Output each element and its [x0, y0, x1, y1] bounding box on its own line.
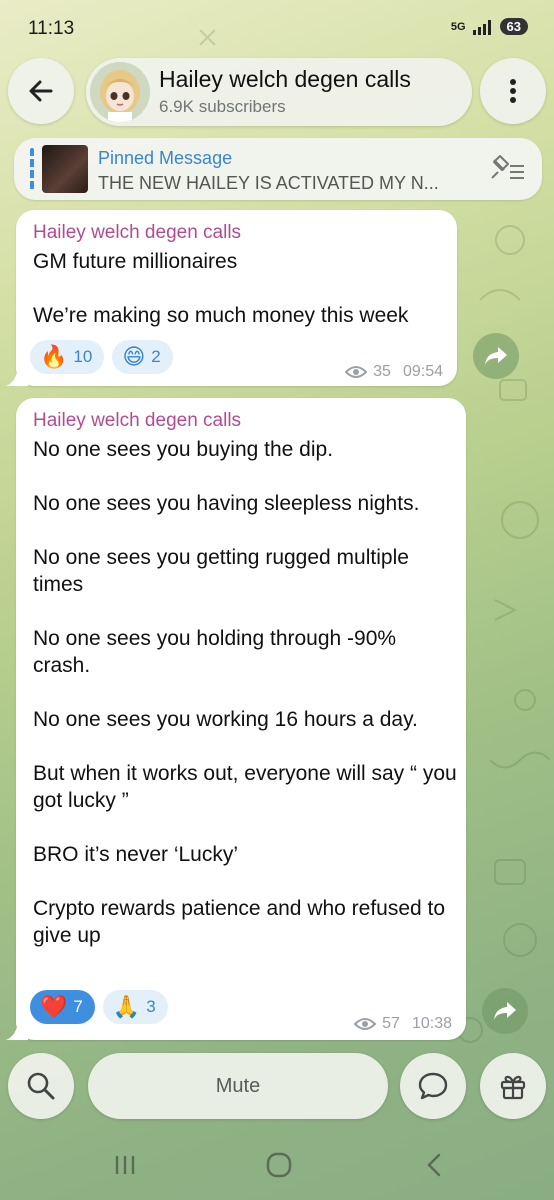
eye-icon	[345, 366, 368, 378]
reaction-heart[interactable]: ❤️ 7	[30, 990, 95, 1024]
message-meta: 57 10:38	[354, 1015, 452, 1033]
signal-icon	[472, 19, 491, 35]
arrow-left-icon	[29, 80, 53, 102]
bubble-tail	[6, 368, 28, 386]
status-time: 11:13	[28, 18, 75, 39]
system-nav-bar	[0, 1140, 554, 1190]
recents-button[interactable]	[105, 1150, 145, 1180]
pray-emoji: 🙏	[112, 994, 141, 1019]
message-time: 09:54	[402, 363, 443, 380]
reaction-grin[interactable]: 😄 2	[112, 340, 173, 374]
message-author[interactable]: Hailey welch degen calls	[33, 410, 241, 432]
eye-icon	[354, 1018, 377, 1030]
status-bar: 11:13 5G 63	[0, 0, 554, 58]
message-text: No one sees you buying the dip. No one s…	[33, 438, 457, 947]
reaction-count: 3	[146, 997, 156, 1016]
network-label: 5G	[450, 20, 466, 33]
menu-button[interactable]	[480, 58, 546, 124]
chat-bubble-icon	[418, 1072, 448, 1100]
status-icons: 5G 63	[451, 18, 528, 35]
channel-title: Hailey welch degen calls	[159, 66, 411, 92]
view-count: 35	[373, 363, 391, 380]
mute-button[interactable]: Mute	[88, 1053, 388, 1119]
forward-button[interactable]	[482, 988, 528, 1034]
recents-icon	[115, 1156, 135, 1174]
heart-emoji: ❤️	[40, 994, 68, 1019]
reaction-count: 10	[73, 347, 93, 366]
search-icon	[27, 1072, 55, 1100]
forward-arrow-icon	[485, 347, 507, 365]
gift-button[interactable]	[480, 1053, 546, 1119]
pinned-message-bar[interactable]: Pinned Message THE NEW HAILEY IS ACTIVAT…	[14, 138, 542, 200]
subscriber-count: 6.9K subscribers	[159, 97, 286, 116]
message-bubble[interactable]: Hailey welch degen calls GM future milli…	[6, 210, 457, 386]
reactions-row: ❤️ 7 🙏 3	[30, 990, 168, 1024]
message-bubble[interactable]: Hailey welch degen calls No one sees you…	[6, 398, 466, 1040]
message-meta: 35 09:54	[345, 363, 443, 381]
home-button[interactable]	[259, 1150, 299, 1180]
gift-icon	[500, 1075, 526, 1100]
pinned-thumbnail	[42, 145, 88, 193]
pinned-text: THE NEW HAILEY IS ACTIVATED MY N...	[98, 173, 439, 193]
channel-avatar[interactable]	[90, 62, 150, 122]
back-nav-button[interactable]	[414, 1150, 454, 1180]
grin-emoji: 😄	[122, 344, 146, 369]
forward-button[interactable]	[473, 333, 519, 379]
fire-emoji: 🔥	[40, 344, 68, 369]
search-button[interactable]	[8, 1053, 74, 1119]
reaction-count: 2	[151, 347, 161, 366]
channel-header[interactable]: Hailey welch degen calls 6.9K subscriber…	[86, 58, 472, 126]
message-time: 10:38	[411, 1015, 452, 1032]
bubble-tail	[6, 1022, 28, 1040]
back-button[interactable]	[8, 58, 74, 124]
message-text: GM future millionaires We’re making so m…	[33, 250, 409, 327]
reaction-pray[interactable]: 🙏 3	[102, 990, 168, 1024]
reactions-row: 🔥 10 😄 2	[30, 340, 173, 374]
pinned-label: Pinned Message	[98, 148, 233, 168]
message-author[interactable]: Hailey welch degen calls	[33, 222, 241, 244]
comments-button[interactable]	[400, 1053, 466, 1119]
chevron-left-icon	[427, 1153, 441, 1177]
battery-badge: 63	[499, 18, 528, 35]
kebab-menu-icon	[510, 79, 516, 103]
forward-arrow-icon	[494, 1002, 516, 1020]
bottom-bar: Mute	[0, 1053, 554, 1119]
home-icon	[266, 1152, 292, 1178]
view-count: 57	[382, 1015, 400, 1032]
pin-list-icon[interactable]	[488, 152, 528, 186]
pinned-indicator	[30, 148, 34, 190]
reaction-count: 7	[73, 997, 83, 1016]
reaction-fire[interactable]: 🔥 10	[30, 340, 105, 374]
